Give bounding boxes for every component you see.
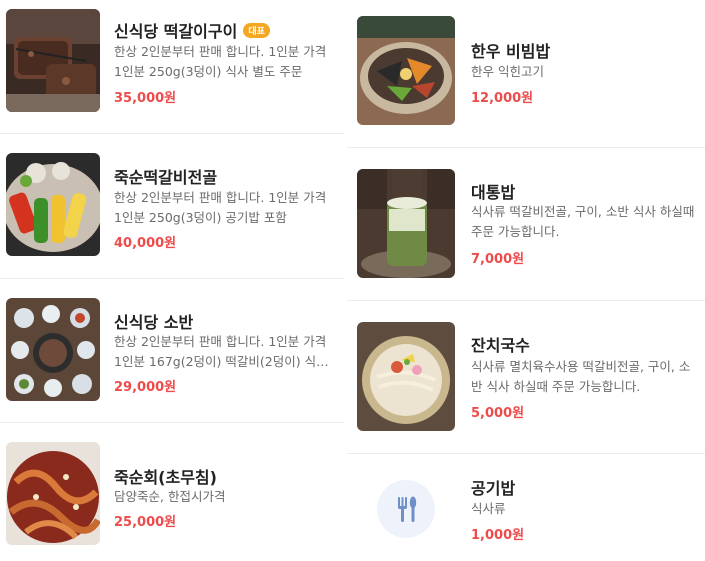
galbi-hotpot-photo [6,153,100,256]
menu-item-name: 죽순회(초무침) [114,468,217,487]
menu-item-description: 식사류 떡갈비전골, 구이, 소반 식사 하실때 주문 가능합니다. [471,204,695,239]
menu-item-description: 한상 2인분부터 판매 합니다. 1인분 가격 1인분 250g(3덩이) 식사… [114,44,327,79]
menu-item-price: 35,000원 [114,91,177,106]
bibimbap-photo [357,16,455,125]
menu-item-noodle-soup[interactable]: 잔치국수 식사류 멸치육수사용 떡갈비전골, 구이, 소반 식사 하실때 주문 … [347,301,705,453]
menu-item-name: 대통밥 [471,183,516,202]
rice-placeholder [377,480,435,538]
noodle-soup-photo [357,322,455,431]
menu-item-description: 한상 2인분부터 판매 합니다. 1인분 가격 1인분 167g(2덩이) 떡갈… [114,334,328,369]
soban-table-photo [6,298,100,401]
menu-item-name: 공기밥 [471,479,516,498]
menu-item-price: 7,000원 [471,252,525,267]
menu-item-name: 한우 비빔밥 [471,42,551,61]
menu-item-bamboo-rice[interactable]: 대통밥 식사류 떡갈비전골, 구이, 소반 식사 하실때 주문 가능합니다. 7… [347,148,705,300]
menu-item-rice[interactable]: 공기밥 식사류 1,000원 [347,454,705,561]
menu-item-description: 식사류 [471,501,506,516]
menu-list: 신식당 떡갈이구이 대표 한상 2인분부터 판매 합니다. 1인분 가격 1인분 … [0,0,705,561]
menu-item-name: 잔치국수 [471,336,530,355]
menu-item-description: 식사류 멸치육수사용 떡갈비전골, 구이, 소반 식사 하실때 주문 가능합니다… [471,359,691,394]
utensils-icon [398,496,417,522]
menu-item-price: 5,000원 [471,406,525,421]
representative-badge: 대표 [243,23,270,38]
grilled-galbi-photo [6,9,100,112]
menu-item-bibimbap[interactable]: 한우 비빔밥 한우 익힌고기 12,000원 [347,0,705,147]
menu-item-price: 25,000원 [114,515,177,530]
menu-item-soban[interactable]: 신식당 소반 한상 2인분부터 판매 합니다. 1인분 가격 1인분 167g(… [0,279,344,422]
menu-item-description: 담양죽순, 한접시가격 [114,489,226,504]
menu-item-description: 한상 2인분부터 판매 합니다. 1인분 가격 1인분 250g(3덩이) 공기… [114,190,327,225]
menu-item-grilled-galbi[interactable]: 신식당 떡갈이구이 대표 한상 2인분부터 판매 합니다. 1인분 가격 1인분 … [0,0,344,133]
menu-item-price: 1,000원 [471,528,525,543]
menu-item-price: 12,000원 [471,91,534,106]
menu-item-galbi-hotpot[interactable]: 죽순떡갈비전골 한상 2인분부터 판매 합니다. 1인분 가격 1인분 250g… [0,134,344,278]
menu-item-bamboo-salad[interactable]: 죽순회(초무침) 담양죽순, 한접시가격 25,000원 [0,423,344,561]
bamboo-salad-photo [6,442,100,545]
menu-item-price: 40,000원 [114,236,177,251]
menu-item-name: 죽순떡갈비전골 [114,168,218,187]
menu-item-name: 신식당 소반 [114,313,194,332]
menu-item-name: 신식당 떡갈이구이 대표 [114,18,270,42]
menu-item-price: 29,000원 [114,380,177,395]
bamboo-rice-photo [357,169,455,278]
menu-item-description: 한우 익힌고기 [471,64,544,79]
